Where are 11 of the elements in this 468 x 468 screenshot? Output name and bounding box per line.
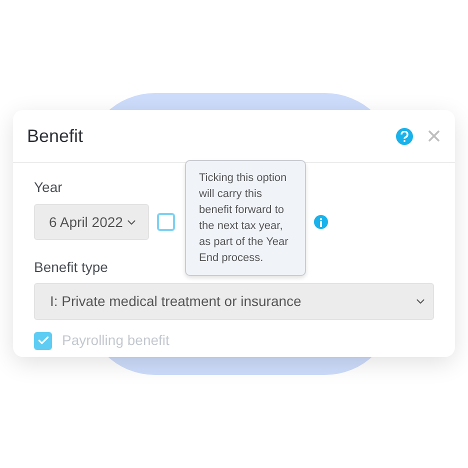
help-icon[interactable] — [396, 128, 413, 144]
check-icon — [36, 334, 50, 347]
field-label: Benefit type — [34, 258, 108, 277]
tooltip: Ticking this option will carry this benefit forward to the next tax year, as part of the Year End process. — [185, 160, 306, 276]
year-select[interactable]: 6 April 2022 — [34, 204, 149, 240]
checkbox[interactable] — [157, 213, 175, 231]
checkbox-label: Payrolling benefit — [62, 331, 170, 350]
benefit-type-select[interactable]: I: Private medical treatment or insurance — [34, 283, 434, 320]
info-icon[interactable] — [314, 215, 328, 229]
field-label: Year — [34, 178, 62, 197]
dialog-title: Benefit — [27, 124, 84, 148]
